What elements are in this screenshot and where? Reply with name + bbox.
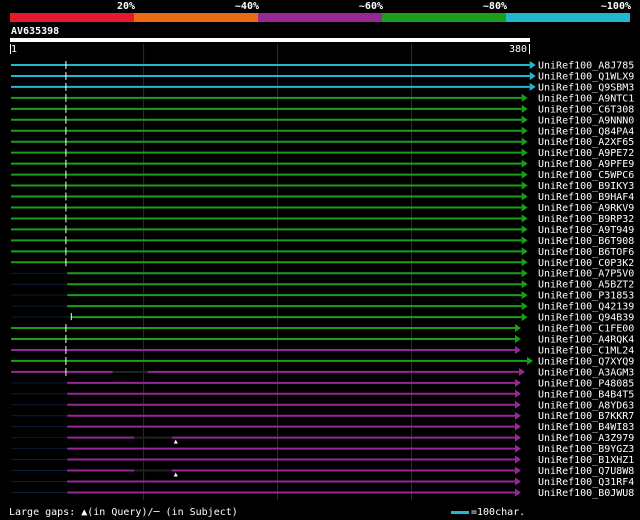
hit-arrow <box>521 247 528 256</box>
hit-arrow <box>515 422 521 431</box>
hit-arrow <box>515 466 521 475</box>
scale-key-text: =100char. <box>471 507 526 518</box>
hit-label: UniRef100_B4WI83 <box>538 422 634 433</box>
hit-arrow <box>521 137 528 146</box>
hit-arrow <box>521 159 528 168</box>
hit-label: UniRef100_C0P3K2 <box>538 258 634 269</box>
hit-label: UniRef100_B6TOF6 <box>538 247 634 258</box>
hit-arrow <box>521 302 528 311</box>
hit-arrow <box>515 389 521 398</box>
hit-arrow <box>529 71 536 80</box>
hit-label: UniRef100_Q7U8W8 <box>538 466 634 477</box>
hit-arrow <box>515 477 521 486</box>
hit-arrow <box>521 192 528 201</box>
hit-arrow <box>515 444 521 453</box>
query-gap-mark <box>173 472 178 477</box>
hit-arrow <box>527 356 534 365</box>
hit-arrow <box>521 115 528 124</box>
hit-arrow <box>521 126 528 135</box>
alignment-panel: UniRef100_A8J785UniRef100_Q1WLX9UniRef10… <box>11 44 634 500</box>
scale-key-line <box>451 511 469 514</box>
hit-arrow <box>521 181 528 190</box>
hit-label: UniRef100_A9RKV9 <box>538 203 634 214</box>
hit-arrow <box>521 104 528 113</box>
hit-label: UniRef100_A4RQK4 <box>538 335 634 346</box>
hit-label: UniRef100_A9NNN0 <box>538 115 634 126</box>
hit-label: UniRef100_P31853 <box>538 291 634 302</box>
hit-arrow <box>515 345 521 354</box>
hit-label: UniRef100_C1ML24 <box>538 345 634 356</box>
hit-arrow <box>521 170 528 179</box>
hit-label: UniRef100_Q9SBM3 <box>538 82 634 93</box>
hit-arrow <box>515 378 521 387</box>
hit-label: UniRef100_A9NTC1 <box>538 93 634 104</box>
hit-label: UniRef100_B9IKY3 <box>538 181 634 192</box>
hit-label: UniRef100_A8YD63 <box>538 400 634 411</box>
hit-label: UniRef100_B9RP32 <box>538 214 634 225</box>
hit-arrow <box>521 93 528 102</box>
hit-arrow <box>515 455 521 464</box>
hit-arrow <box>521 258 528 267</box>
hit-arrow <box>515 324 521 333</box>
hit-label: UniRef100_B9HAF4 <box>538 192 634 203</box>
hit-label: UniRef100_B7KKR7 <box>538 411 634 422</box>
hit-label: UniRef100_B9YGZ3 <box>538 444 634 455</box>
hit-label: UniRef100_C6T308 <box>538 104 634 115</box>
hit-arrow <box>515 335 521 343</box>
hit-label: UniRef100_A9PE72 <box>538 148 634 159</box>
hit-label: UniRef100_Q7XYQ9 <box>538 356 634 367</box>
hit-label: UniRef100_Q31RF4 <box>538 477 634 488</box>
hit-arrow <box>521 225 528 234</box>
hit-arrow <box>529 82 536 91</box>
hit-label: UniRef100_B1XHZ1 <box>538 455 634 466</box>
hit-arrow <box>521 269 528 278</box>
hit-label: UniRef100_A3AGM3 <box>538 367 634 378</box>
hit-label: UniRef100_C5WPC6 <box>538 170 634 181</box>
hit-label: UniRef100_A9PFE9 <box>538 159 634 170</box>
hit-arrow <box>515 400 521 409</box>
hit-label: UniRef100_Q84PA4 <box>538 126 634 137</box>
hit-arrow <box>521 313 528 322</box>
hit-label: UniRef100_A3Z979 <box>538 433 634 444</box>
hit-arrow <box>515 411 521 420</box>
hit-label: UniRef100_P48085 <box>538 378 634 389</box>
hit-arrow <box>529 61 536 69</box>
hit-label: UniRef100_A5BZT2 <box>538 280 634 291</box>
hit-label: UniRef100_A2XF65 <box>538 137 634 148</box>
hit-label: UniRef100_A9T949 <box>538 225 634 236</box>
hit-arrow <box>521 203 528 212</box>
footer-gap-legend: Large gaps: ▲(in Query)/─ (in Subject) <box>9 507 238 518</box>
hit-arrow <box>521 280 528 289</box>
hit-label: UniRef100_Q1WLX9 <box>538 71 634 82</box>
hit-arrow <box>519 367 526 376</box>
hit-arrow <box>521 214 528 223</box>
hit-label: UniRef100_A7P5V0 <box>538 269 634 280</box>
query-gap-mark <box>173 439 178 444</box>
hit-label: UniRef100_B4B4T5 <box>538 389 634 400</box>
hit-arrow <box>521 236 528 245</box>
hit-arrow <box>515 488 521 497</box>
hit-label: UniRef100_B0JWU8 <box>538 488 634 499</box>
hit-label: UniRef100_Q94B39 <box>538 313 634 324</box>
hit-arrow <box>521 148 528 157</box>
hit-label: UniRef100_B6T908 <box>538 236 634 247</box>
hit-label: UniRef100_Q42139 <box>538 302 634 313</box>
hit-label: UniRef100_A8J785 <box>538 61 634 72</box>
hit-label: UniRef100_C1FE00 <box>538 324 634 335</box>
hit-arrow <box>515 433 521 442</box>
hit-arrow <box>521 291 528 300</box>
